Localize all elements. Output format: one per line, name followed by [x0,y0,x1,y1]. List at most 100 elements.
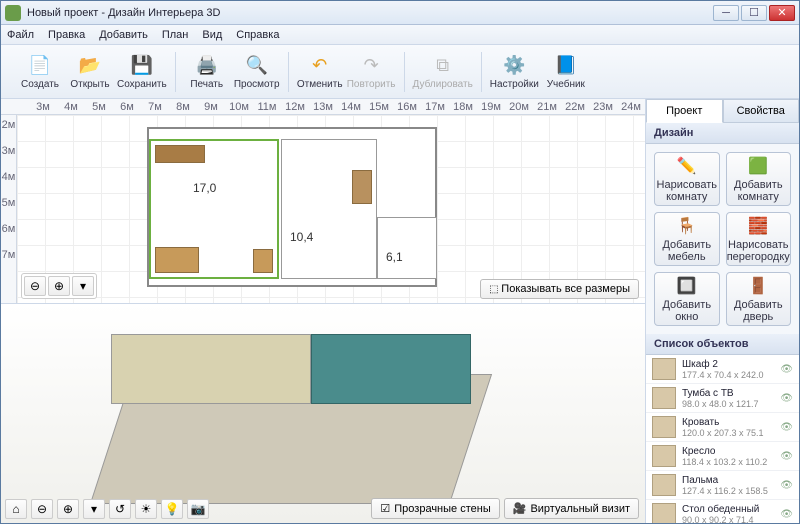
furniture-sofa[interactable] [155,247,199,273]
menu-add[interactable]: Добавить [99,29,148,41]
settings-button[interactable]: ⚙️Настройки [490,49,539,95]
printer-icon: 🖨️ [195,53,219,77]
create-button[interactable]: 📄Создать [17,49,63,95]
draw-room-button[interactable]: ✏️Нарисовать комнату [654,152,720,206]
visibility-eye-icon[interactable]: 👁 [780,451,793,462]
toolbar: 📄Создать 📂Открыть 💾Сохранить 🖨️Печать 🔍П… [1,45,799,99]
ruler-tick: 24м [617,101,645,113]
menu-help[interactable]: Справка [236,29,279,41]
menu-file[interactable]: Файл [7,29,34,41]
ruler-tick: 20м [505,101,533,113]
room-1[interactable]: 17,0 [149,139,279,279]
object-thumb-icon [652,358,676,380]
zoom-dropdown[interactable]: ▾ [72,276,94,296]
show-dimensions-button[interactable]: ⬚ Показывать все размеры [480,279,639,299]
ruler-tick: 6м [1,223,16,249]
magnifier-icon: 🔍 [245,53,269,77]
ruler-tick: 15м [365,101,393,113]
add-door-button[interactable]: 🚪Добавить дверь [726,272,792,326]
close-button[interactable]: ✕ [769,5,795,21]
view3d-light-button[interactable]: 💡 [161,499,183,519]
list-item[interactable]: Стол обеденный90.0 x 90.2 x 71.4👁 [646,500,799,523]
tab-properties[interactable]: Свойства [723,99,800,123]
ruler-tick: 6м [113,101,141,113]
tab-project[interactable]: Проект [646,99,723,123]
object-dimensions: 177.4 x 70.4 x 242.0 [682,370,774,380]
zoom-in-button[interactable]: ⊕ [48,276,70,296]
list-item[interactable]: Пальма127.4 x 116.2 x 158.5👁 [646,471,799,500]
object-name: Шкаф 2 [682,359,774,370]
view3d-camera-button[interactable]: 📷 [187,499,209,519]
list-item[interactable]: Тумба с ТВ98.0 x 48.0 x 121.7👁 [646,384,799,413]
ruler-tick: 4м [1,171,16,197]
list-item[interactable]: Кресло118.4 x 103.2 x 110.2👁 [646,442,799,471]
design-section-header: Дизайн [646,123,799,144]
plan-2d-canvas[interactable]: 17,0 10,4 6,1 [17,115,645,303]
view3d-zoom-in-button[interactable]: ⊕ [57,499,79,519]
view3d-home-button[interactable]: ⌂ [5,499,27,519]
room-3[interactable]: 6,1 [377,217,437,279]
redo-button[interactable]: ↷Повторить [347,49,396,95]
object-dimensions: 120.0 x 207.3 x 75.1 [682,428,774,438]
minimize-button[interactable]: ─ [713,5,739,21]
view-3d-canvas[interactable]: ⌂ ⊖ ⊕ ▾ ↺ ☀ 💡 📷 ☑Прозрачные стены 🎥Вирту… [1,303,645,523]
visibility-eye-icon[interactable]: 👁 [780,364,793,375]
ruler-tick: 23м [589,101,617,113]
visibility-eye-icon[interactable]: 👁 [780,422,793,433]
object-name: Кресло [682,446,774,457]
object-thumb-icon [652,416,676,438]
side-panel: Проект Свойства Дизайн ✏️Нарисовать комн… [646,99,799,523]
visibility-eye-icon[interactable]: 👁 [780,509,793,520]
object-thumb-icon [652,503,676,523]
menu-plan[interactable]: План [162,29,189,41]
duplicate-button[interactable]: ⧉Дублировать [413,49,473,95]
room-1-area: 17,0 [193,181,216,195]
room-2[interactable]: 10,4 [281,139,377,279]
save-button[interactable]: 💾Сохранить [117,49,167,95]
objects-section-header: Список объектов [646,334,799,355]
draw-partition-button[interactable]: 🧱Нарисовать перегородку [726,212,792,266]
ruler-tick: 21м [533,101,561,113]
object-thumb-icon [652,387,676,409]
pencil-room-icon: ✏️ [676,155,698,177]
menu-view[interactable]: Вид [202,29,222,41]
visibility-eye-icon[interactable]: 👁 [780,480,793,491]
view3d-sun-button[interactable]: ☀ [135,499,157,519]
transparent-walls-toggle[interactable]: ☑Прозрачные стены [371,498,499,519]
book-icon: 📘 [554,53,578,77]
ruler-horizontal: 3м4м5м6м7м8м9м10м11м12м13м14м15м16м17м18… [1,99,645,115]
furniture-armchair[interactable] [253,249,273,273]
add-furniture-button[interactable]: 🪑Добавить мебель [654,212,720,266]
furniture-bed[interactable] [352,170,372,204]
zoom-out-button[interactable]: ⊖ [24,276,46,296]
ruler-tick: 18м [449,101,477,113]
save-icon: 💾 [130,53,154,77]
undo-icon: ↶ [308,53,332,77]
floorplan[interactable]: 17,0 10,4 6,1 [147,127,437,287]
virtual-visit-button[interactable]: 🎥Виртуальный визит [504,498,639,519]
ruler-tick: 11м [253,101,281,113]
ruler-tick: 7м [1,249,16,275]
list-item[interactable]: Шкаф 2177.4 x 70.4 x 242.0 👁 [646,355,799,384]
view3d-rotate-button[interactable]: ↺ [109,499,131,519]
object-name: Тумба с ТВ [682,388,774,399]
view3d-zoom-out-button[interactable]: ⊖ [31,499,53,519]
furniture-wardrobe[interactable] [155,145,205,163]
view3d-dropdown[interactable]: ▾ [83,499,105,519]
add-room-button[interactable]: 🟩Добавить комнату [726,152,792,206]
list-item[interactable]: Кровать120.0 x 207.3 x 75.1👁 [646,413,799,442]
undo-button[interactable]: ↶Отменить [297,49,343,95]
ruler-tick: 3м [29,101,57,113]
object-list[interactable]: Шкаф 2177.4 x 70.4 x 242.0👁Тумба с ТВ98.… [646,355,799,523]
add-window-button[interactable]: 🔲Добавить окно [654,272,720,326]
ruler-tick: 5м [85,101,113,113]
tutorial-button[interactable]: 📘Учебник [543,49,589,95]
ruler-tick: 16м [393,101,421,113]
maximize-button[interactable]: ☐ [741,5,767,21]
open-button[interactable]: 📂Открыть [67,49,113,95]
menu-edit[interactable]: Правка [48,29,85,41]
print-button[interactable]: 🖨️Печать [184,49,230,95]
preview-button[interactable]: 🔍Просмотр [234,49,280,95]
iso-render [71,314,511,514]
visibility-eye-icon[interactable]: 👁 [780,393,793,404]
